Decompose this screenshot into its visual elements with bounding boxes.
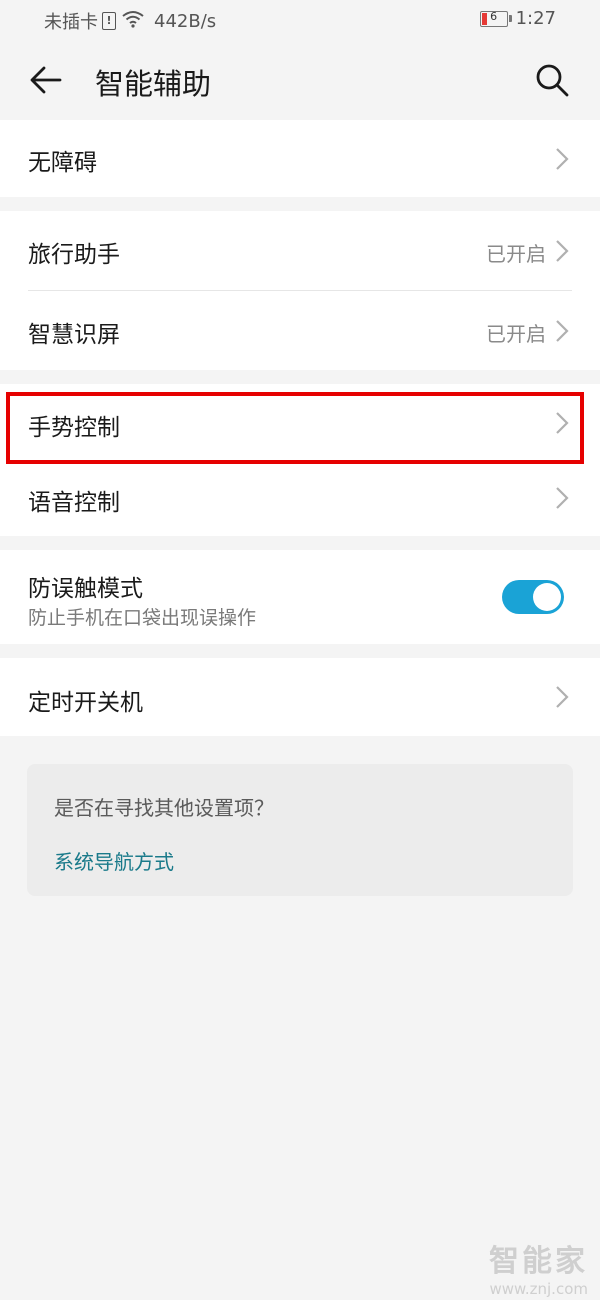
status-left: 未插卡 ! 442B/s bbox=[44, 8, 216, 34]
voice-control-row[interactable]: 语音控制 bbox=[0, 461, 600, 536]
pocket-mode-label: 防误触模式 bbox=[28, 576, 143, 602]
status-right: 6 1:27 bbox=[479, 8, 556, 29]
status-bar: 未插卡 ! 442B/s 6 1:27 bbox=[0, 0, 600, 40]
pocket-mode-description: 防止手机在口袋出现误操作 bbox=[28, 607, 257, 629]
chevron-right-icon bbox=[556, 487, 569, 509]
watermark-url: www.znj.com bbox=[489, 1280, 588, 1298]
chevron-right-icon bbox=[556, 148, 569, 170]
chevron-right-icon bbox=[556, 686, 569, 708]
group-pocket-mode: 防误触模式 防止手机在口袋出现误操作 bbox=[0, 550, 600, 644]
travel-assistant-status: 已开启 bbox=[486, 242, 546, 266]
highlight-box bbox=[6, 392, 584, 464]
smart-screen-label: 智慧识屏 bbox=[28, 322, 120, 348]
suggestion-card: 是否在寻找其他设置项？ 系统导航方式 bbox=[27, 764, 573, 896]
chevron-right-icon bbox=[556, 240, 569, 262]
clock: 1:27 bbox=[515, 8, 556, 29]
battery-icon: 6 bbox=[479, 9, 512, 27]
toggle-knob bbox=[533, 583, 561, 611]
accessibility-row[interactable]: 无障碍 bbox=[0, 120, 600, 197]
suggestion-title: 是否在寻找其他设置项？ bbox=[54, 796, 274, 820]
watermark-logo: 智能家 bbox=[489, 1244, 588, 1279]
search-icon[interactable] bbox=[534, 62, 570, 98]
smart-screen-row[interactable]: 智慧识屏 已开启 bbox=[0, 291, 600, 370]
page-title: 智能辅助 bbox=[95, 67, 212, 101]
system-navigation-link[interactable]: 系统导航方式 bbox=[54, 846, 174, 875]
back-arrow-icon[interactable] bbox=[28, 62, 64, 98]
sim-alert-icon: ! bbox=[102, 12, 116, 30]
group-accessibility: 无障碍 bbox=[0, 120, 600, 197]
travel-assistant-row[interactable]: 旅行助手 已开启 bbox=[0, 211, 600, 290]
accessibility-label: 无障碍 bbox=[28, 150, 97, 176]
group-scheduled-power: 定时开关机 bbox=[0, 658, 600, 736]
pocket-mode-row[interactable]: 防误触模式 防止手机在口袋出现误操作 bbox=[0, 550, 600, 644]
pocket-mode-toggle[interactable] bbox=[502, 580, 564, 614]
smart-screen-status: 已开启 bbox=[486, 322, 546, 346]
scheduled-power-label: 定时开关机 bbox=[28, 690, 143, 716]
voice-control-label: 语音控制 bbox=[28, 490, 120, 516]
group-assistants: 旅行助手 已开启 智慧识屏 已开启 bbox=[0, 211, 600, 370]
network-speed: 442B/s bbox=[154, 10, 217, 32]
travel-assistant-label: 旅行助手 bbox=[28, 242, 120, 268]
app-header: 智能辅助 bbox=[0, 40, 600, 120]
scheduled-power-row[interactable]: 定时开关机 bbox=[0, 658, 600, 736]
battery-level: 6 bbox=[490, 9, 498, 23]
wifi-icon bbox=[122, 10, 144, 33]
chevron-right-icon bbox=[556, 320, 569, 342]
watermark: 智能家 www.znj.com bbox=[489, 1236, 588, 1298]
carrier-text: 未插卡 bbox=[44, 12, 98, 33]
